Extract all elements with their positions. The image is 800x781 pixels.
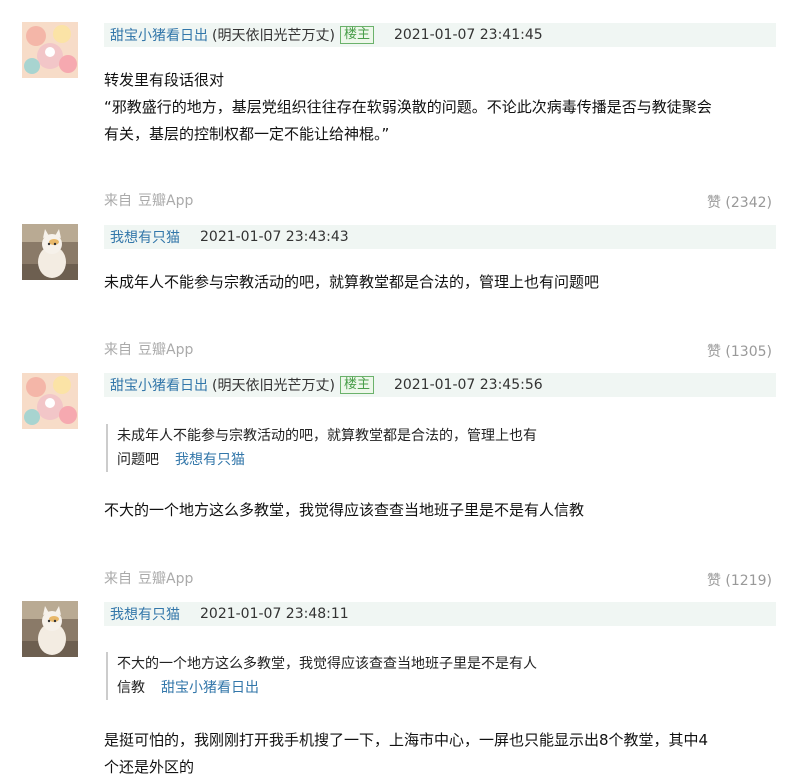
comment-time: 2021-01-07 23:43:43 xyxy=(200,229,349,245)
avatar[interactable] xyxy=(22,224,78,280)
comment-footer: 来自 豆瓣App 赞 (1219) xyxy=(104,568,776,590)
comment-header: 我想有只猫 2021-01-07 23:43:43 xyxy=(104,225,776,249)
source-info: 来自 豆瓣App xyxy=(104,190,193,210)
username-link[interactable]: 我想有只猫 xyxy=(110,604,180,624)
source-app[interactable]: 豆瓣App xyxy=(138,571,193,587)
avatar[interactable] xyxy=(22,601,78,657)
comment-line: 是挺可怕的，我刚刚打开我手机搜了一下，上海市中心，一屏也只能显示出8个教堂，其中… xyxy=(104,731,709,749)
source-label: 来自 xyxy=(104,571,132,587)
comment-header: 我想有只猫 2021-01-07 23:48:11 xyxy=(104,602,776,626)
comment-footer: 来自 豆瓣App 赞 (2342) xyxy=(104,190,776,212)
source-label: 来自 xyxy=(104,193,132,209)
username-link[interactable]: 甜宝小猪看日出 xyxy=(110,375,208,395)
username-link[interactable]: 甜宝小猪看日出 xyxy=(110,25,208,45)
avatar-pink-illustration xyxy=(22,22,78,78)
source-label: 来自 xyxy=(104,342,132,358)
source-app[interactable]: 豆瓣App xyxy=(138,342,193,358)
avatar-cat-photo xyxy=(22,601,78,657)
quote-line: 不大的一个地方这么多教堂，我觉得应该查查当地班子里是不是有人 xyxy=(117,656,537,672)
avatar[interactable] xyxy=(22,373,78,429)
comment-time: 2021-01-07 23:48:11 xyxy=(200,606,349,622)
comment-text: 不大的一个地方这么多教堂，我觉得应该查查当地班子里是不是有人信教 xyxy=(104,497,784,524)
quoted-reply: 未成年人不能参与宗教活动的吧，就算教堂都是合法的，管理上也有 问题吧 我想有只猫 xyxy=(106,424,637,472)
quote-line-last: 信教 甜宝小猪看日出 xyxy=(117,676,637,700)
avatar[interactable] xyxy=(22,22,78,78)
comment-text: 转发里有段话很对 “邪教盛行的地方，基层党组织往往存在软弱涣散的问题。不论此次病… xyxy=(104,67,784,148)
comment-time: 2021-01-07 23:41:45 xyxy=(393,27,543,43)
quote-line: 信教 xyxy=(117,680,145,696)
user-signature: (明天依旧光芒万丈) xyxy=(212,28,335,44)
op-badge: 楼主 xyxy=(339,26,374,44)
comment-text: 是挺可怕的，我刚刚打开我手机搜了一下，上海市中心，一屏也只能显示出8个教堂，其中… xyxy=(104,727,784,781)
comment-line: 不大的一个地方这么多教堂，我觉得应该查查当地班子里是不是有人信教 xyxy=(104,501,585,519)
comment-line: 未成年人不能参与宗教活动的吧，就算教堂都是合法的，管理上也有问题吧 xyxy=(104,273,600,291)
username-link[interactable]: 我想有只猫 xyxy=(110,227,180,247)
user-signature: (明天依旧光芒万丈) xyxy=(212,378,335,394)
quote-line: 未成年人不能参与宗教活动的吧，就算教堂都是合法的，管理上也有 xyxy=(117,428,537,444)
source-info: 来自 豆瓣App xyxy=(104,339,193,359)
avatar-cat-photo xyxy=(22,224,78,280)
comment-line: “邪教盛行的地方，基层党组织往往存在软弱涣散的问题。不论此次病毒传播是否与教徒聚… xyxy=(104,98,712,116)
comment-line: 个还是外区的 xyxy=(104,758,195,776)
comment-time: 2021-01-07 23:45:56 xyxy=(393,377,543,393)
quote-author-link[interactable]: 我想有只猫 xyxy=(175,452,245,468)
comment-footer: 来自 豆瓣App 赞 (1305) xyxy=(104,339,776,361)
quote-line-last: 问题吧 我想有只猫 xyxy=(117,448,637,472)
like-button[interactable]: 赞 (1305) xyxy=(707,341,772,361)
comment-text: 未成年人不能参与宗教活动的吧，就算教堂都是合法的，管理上也有问题吧 xyxy=(104,269,784,296)
source-app[interactable]: 豆瓣App xyxy=(138,193,193,209)
quoted-reply: 不大的一个地方这么多教堂，我觉得应该查查当地班子里是不是有人 信教 甜宝小猪看日出 xyxy=(106,652,637,700)
comment-line: 转发里有段话很对 xyxy=(104,71,225,89)
like-button[interactable]: 赞 (1219) xyxy=(707,570,772,590)
comment-header: 甜宝小猪看日出 (明天依旧光芒万丈) 楼主 2021-01-07 23:45:5… xyxy=(104,373,776,397)
quote-author-link[interactable]: 甜宝小猪看日出 xyxy=(161,680,259,696)
op-badge: 楼主 xyxy=(339,376,374,394)
like-button[interactable]: 赞 (2342) xyxy=(707,192,772,212)
avatar-pink-illustration xyxy=(22,373,78,429)
quote-line: 问题吧 xyxy=(117,452,159,468)
comment-header: 甜宝小猪看日出 (明天依旧光芒万丈) 楼主 2021-01-07 23:41:4… xyxy=(104,23,776,47)
comment-line: 有关，基层的控制权都一定不能让给神棍。” xyxy=(104,125,390,143)
source-info: 来自 豆瓣App xyxy=(104,568,193,588)
